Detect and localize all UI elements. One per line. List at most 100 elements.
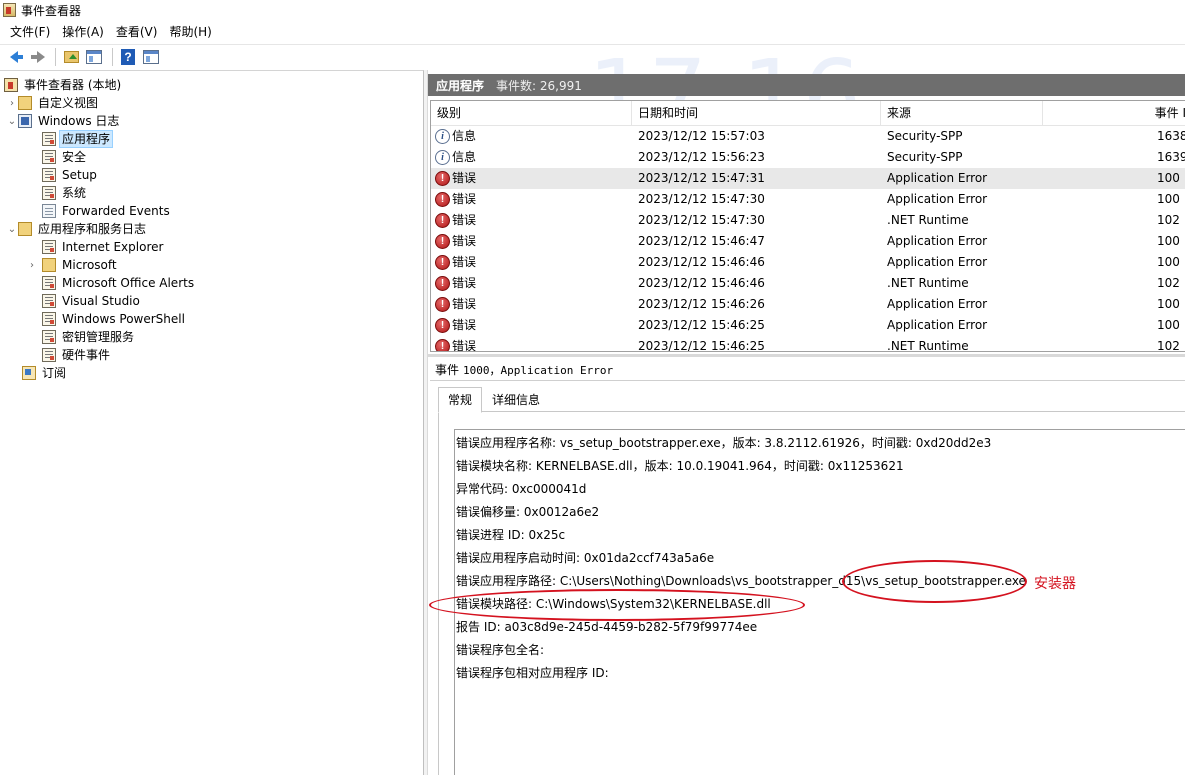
event-id-cell: 102 xyxy=(1157,276,1180,290)
error-icon: ! xyxy=(435,255,450,270)
show-action-pane-button[interactable] xyxy=(141,47,161,67)
tree-item-hardware-events[interactable]: 硬件事件 xyxy=(42,346,112,364)
tree-item-root[interactable]: 事件查看器 (本地) xyxy=(4,76,123,94)
chevron-down-icon[interactable]: ⌄ xyxy=(6,224,18,235)
description-line: 错误进程 ID: 0x25c xyxy=(456,528,566,542)
menu-action[interactable]: 操作(A) xyxy=(56,22,110,42)
tree-item-subscriptions[interactable]: 订阅 xyxy=(22,364,68,382)
level-text: 错误 xyxy=(452,339,477,352)
level-cell: ! 错误 xyxy=(435,294,476,315)
error-icon: ! xyxy=(435,213,450,228)
event-id-cell: 100 xyxy=(1157,234,1180,248)
column-header-source[interactable]: 来源 xyxy=(881,101,1043,126)
forward-arrow-icon xyxy=(31,50,45,63)
tree-item-setup[interactable]: Setup xyxy=(42,166,99,184)
table-row[interactable]: ! 错误 2023/12/12 15:47:30 .NET Runtime 102 xyxy=(431,210,1185,231)
table-row[interactable]: ! 错误 2023/12/12 15:46:47 Application Error 1… xyxy=(431,231,1185,252)
console-tree-icon xyxy=(86,49,102,64)
source-cell: Security-SPP xyxy=(887,129,963,143)
table-row[interactable]: i 信息 2023/12/12 15:56:23 Security-SPP 1639 xyxy=(431,147,1185,168)
level-cell: ! 错误 xyxy=(435,231,476,252)
windows-logs-icon xyxy=(18,114,32,128)
column-header-event-id[interactable]: 事件 I xyxy=(1043,101,1185,126)
error-icon: ! xyxy=(435,339,450,351)
table-row[interactable]: ! 错误 2023/12/12 15:46:26 Application Error 1… xyxy=(431,294,1185,315)
forward-button[interactable] xyxy=(27,47,47,67)
event-id-cell: 100 xyxy=(1157,192,1180,206)
source-cell: Security-SPP xyxy=(887,150,963,164)
chevron-right-icon[interactable]: › xyxy=(26,260,38,271)
table-row[interactable]: ! 错误 2023/12/12 15:47:31 Application Error 1… xyxy=(431,168,1185,189)
level-text: 信息 xyxy=(452,150,477,164)
event-title-prefix: 事件 xyxy=(435,363,460,377)
column-header-datetime[interactable]: 日期和时间 xyxy=(632,101,881,126)
description-line: 错误应用程序启动时间: 0x01da2ccf743a5a6e xyxy=(456,551,715,565)
menu-file[interactable]: 文件(F) xyxy=(4,22,56,42)
menu-view[interactable]: 查看(V) xyxy=(110,22,164,42)
source-cell: .NET Runtime xyxy=(887,339,969,352)
tree-item-app-service-logs[interactable]: ⌄ 应用程序和服务日志 xyxy=(6,220,148,238)
datetime-cell: 2023/12/12 15:46:26 xyxy=(638,297,765,311)
level-text: 错误 xyxy=(452,213,477,227)
source-cell: .NET Runtime xyxy=(887,213,969,227)
description-line: 错误应用程序名称: vs_setup_bootstrapper.exe，版本: … xyxy=(456,436,992,450)
tree-item-key-management[interactable]: 密钥管理服务 xyxy=(42,328,136,346)
tree-item-application[interactable]: 应用程序 xyxy=(42,130,114,148)
log-plain-icon xyxy=(42,204,56,218)
table-row[interactable]: ! 错误 2023/12/12 15:46:25 Application Error 1… xyxy=(431,315,1185,336)
toolbar-separator xyxy=(112,47,113,66)
table-row[interactable]: ! 错误 2023/12/12 15:46:25 .NET Runtime 102 xyxy=(431,336,1185,352)
datetime-cell: 2023/12/12 15:57:03 xyxy=(638,129,765,143)
tree-item-custom-views[interactable]: › 自定义视图 xyxy=(6,94,100,112)
horizontal-splitter[interactable] xyxy=(428,354,1185,357)
tab-details[interactable]: 详细信息 xyxy=(482,387,550,413)
annotation-ellipse-module-path xyxy=(429,589,805,621)
event-id-cell: 100 xyxy=(1157,171,1180,185)
level-text: 错误 xyxy=(452,192,477,206)
table-row[interactable]: ! 错误 2023/12/12 15:46:46 .NET Runtime 102 xyxy=(431,273,1185,294)
folder-up-icon xyxy=(63,50,79,63)
event-id-cell: 100 xyxy=(1157,297,1180,311)
action-pane-icon xyxy=(143,49,159,64)
event-detail-title: 事件 1000，Application Error xyxy=(430,359,1185,381)
log-icon xyxy=(42,168,56,182)
table-row[interactable]: i 信息 2023/12/12 15:57:03 Security-SPP 1638 xyxy=(431,126,1185,147)
up-folder-button[interactable] xyxy=(61,47,81,67)
level-cell: ! 错误 xyxy=(435,189,476,210)
tree-item-visual-studio[interactable]: Visual Studio xyxy=(42,292,142,310)
datetime-cell: 2023/12/12 15:47:30 xyxy=(638,213,765,227)
tree-item-system[interactable]: 系统 xyxy=(42,184,88,202)
help-button[interactable]: ? xyxy=(118,47,138,67)
chevron-right-icon[interactable]: › xyxy=(6,98,18,109)
chevron-down-icon[interactable]: ⌄ xyxy=(6,116,18,127)
table-row[interactable]: ! 错误 2023/12/12 15:47:30 Application Error 1… xyxy=(431,189,1185,210)
description-line: 错误程序包全名: xyxy=(456,643,545,657)
error-icon: ! xyxy=(435,192,450,207)
level-cell: i 信息 xyxy=(435,126,476,147)
tree-item-forwarded-events[interactable]: Forwarded Events xyxy=(42,202,172,220)
log-icon xyxy=(42,132,56,146)
event-id-cell: 1638 xyxy=(1157,129,1185,143)
annotation-ellipse-installer xyxy=(842,560,1027,603)
back-button[interactable] xyxy=(4,47,24,67)
tree-item-windows-logs[interactable]: ⌄ Windows 日志 xyxy=(6,112,121,130)
pane-splitter[interactable] xyxy=(424,70,428,775)
datetime-cell: 2023/12/12 15:47:31 xyxy=(638,171,765,185)
error-icon: ! xyxy=(435,171,450,186)
column-header-level[interactable]: 级别 xyxy=(431,101,632,126)
menu-help[interactable]: 帮助(H) xyxy=(163,22,217,42)
table-row[interactable]: ! 错误 2023/12/12 15:46:46 Application Error 1… xyxy=(431,252,1185,273)
level-cell: ! 错误 xyxy=(435,252,476,273)
tab-general[interactable]: 常规 xyxy=(438,387,483,413)
tree-item-office-alerts[interactable]: Microsoft Office Alerts xyxy=(42,274,196,292)
tree-item-microsoft[interactable]: › Microsoft xyxy=(26,256,119,274)
tree-item-powershell[interactable]: Windows PowerShell xyxy=(42,310,187,328)
info-icon: i xyxy=(435,129,450,144)
tree-item-security[interactable]: 安全 xyxy=(42,148,88,166)
event-id-cell: 1639 xyxy=(1157,150,1185,164)
event-viewer-icon xyxy=(4,78,18,92)
datetime-cell: 2023/12/12 15:46:47 xyxy=(638,234,765,248)
show-hide-tree-button[interactable] xyxy=(84,47,104,67)
datetime-cell: 2023/12/12 15:46:25 xyxy=(638,318,765,332)
tree-item-internet-explorer[interactable]: Internet Explorer xyxy=(42,238,165,256)
